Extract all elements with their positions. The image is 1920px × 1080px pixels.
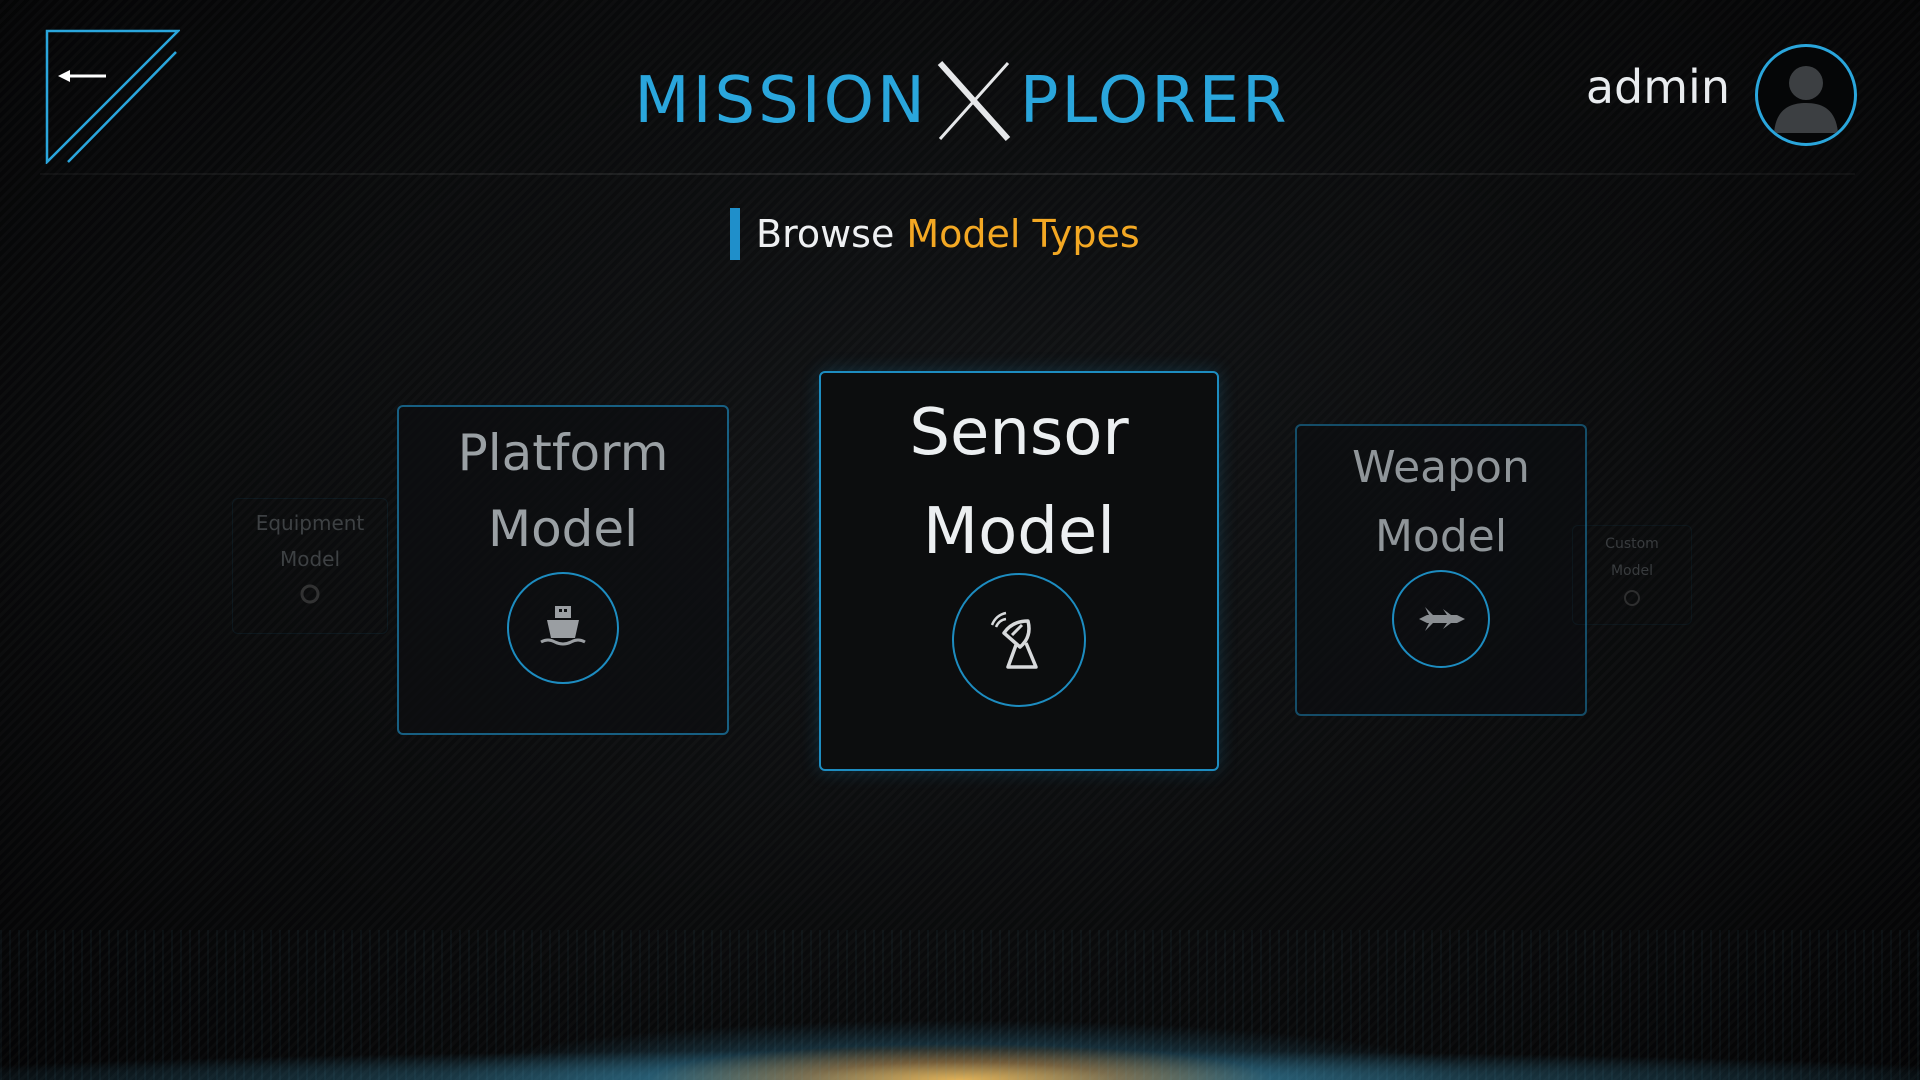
card-label-line2: Model — [1374, 510, 1508, 562]
section-title-highlight: Model Types — [906, 212, 1140, 256]
section-title-prefix: Browse — [756, 212, 895, 256]
missile-icon — [1419, 607, 1465, 631]
card-label-line1: Platform — [457, 424, 669, 482]
card-label-line2: Model — [1610, 562, 1654, 579]
card-label-line2: Model — [279, 547, 341, 571]
custom-icon — [1624, 589, 1640, 606]
model-card-sensor[interactable]: Sensor Model — [819, 371, 1219, 771]
card-label-line1: Weapon — [1352, 442, 1530, 493]
equipment-icon — [300, 584, 320, 604]
model-card-custom[interactable]: Custom Model — [1572, 525, 1692, 625]
arrow-left-icon — [45, 29, 182, 166]
ship-icon — [540, 606, 586, 646]
brand-x-mark — [937, 60, 1011, 142]
header-divider — [40, 173, 1855, 175]
card-label-line1: Sensor — [909, 396, 1129, 470]
model-card-platform[interactable]: Platform Model — [397, 405, 729, 735]
card-label-line2: Model — [922, 494, 1116, 569]
section-title: Browse Model Types — [730, 207, 1140, 261]
card-icon-ring — [1392, 570, 1490, 668]
model-card-equipment[interactable]: Equipment Model — [232, 498, 388, 634]
card-label-line1: Equipment — [255, 511, 365, 535]
card-label-line2: Model — [487, 500, 639, 558]
user-silhouette-icon — [1774, 66, 1838, 133]
brand-text-right: PLORER — [1019, 64, 1290, 138]
brand-text-left: MISSION — [634, 64, 928, 138]
card-label-line1: Custom — [1605, 536, 1659, 552]
model-card-weapon[interactable]: Weapon Model — [1295, 424, 1587, 716]
card-icon-ring — [507, 572, 619, 684]
app-logo: MISSION PLORER — [632, 58, 1292, 144]
card-icon-ring — [952, 573, 1086, 707]
back-button[interactable] — [44, 28, 182, 166]
user-avatar-button[interactable] — [1755, 44, 1857, 146]
title-accent-bar — [730, 208, 740, 260]
satellite-dish-icon — [990, 611, 1038, 669]
app-screen: MISSION PLORER admin Browse Model Types … — [0, 0, 1920, 1080]
bottom-light-effect — [0, 930, 1920, 1080]
username-label: admin — [1585, 60, 1730, 114]
